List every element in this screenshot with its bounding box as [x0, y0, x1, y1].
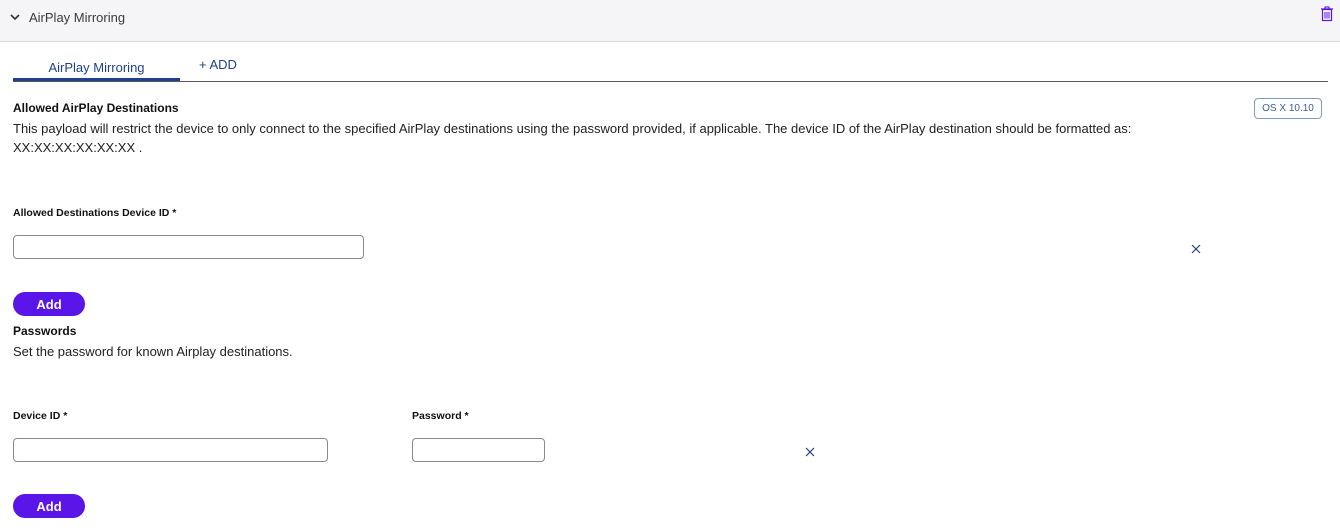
passwords-heading: Passwords: [13, 324, 77, 338]
trash-icon[interactable]: [1320, 6, 1334, 22]
chevron-down-icon[interactable]: [8, 10, 22, 24]
tab-add[interactable]: + ADD: [199, 52, 237, 81]
remove-row-icon[interactable]: [805, 447, 815, 457]
tab-bar: AirPlay Mirroring + ADD: [13, 52, 1328, 82]
password-input[interactable]: [412, 438, 545, 462]
allowed-destinations-description: This payload will restrict the device to…: [13, 121, 1132, 136]
section-title: AirPlay Mirroring: [29, 10, 126, 25]
payload-page: AirPlay Mirroring AirPlay Mirroring + AD…: [0, 0, 1340, 530]
device-id-input[interactable]: [13, 438, 328, 462]
section-header[interactable]: AirPlay Mirroring: [0, 0, 1340, 42]
passwords-description: Set the password for known Airplay desti…: [13, 344, 293, 359]
add-password-button[interactable]: Add: [13, 494, 85, 518]
device-id-label: Device ID *: [13, 410, 68, 422]
os-version-badge: OS X 10.10: [1254, 98, 1322, 119]
device-id-format: XX:XX:XX:XX:XX:XX .: [13, 140, 143, 155]
tab-airplay-mirroring[interactable]: AirPlay Mirroring: [13, 52, 180, 81]
add-destination-button[interactable]: Add: [13, 292, 85, 316]
remove-row-icon[interactable]: [1191, 244, 1201, 254]
password-label: Password *: [412, 410, 469, 422]
allowed-destinations-heading: Allowed AirPlay Destinations: [13, 101, 179, 115]
allowed-device-id-input[interactable]: [13, 235, 364, 259]
allowed-device-id-label: Allowed Destinations Device ID *: [13, 207, 177, 219]
